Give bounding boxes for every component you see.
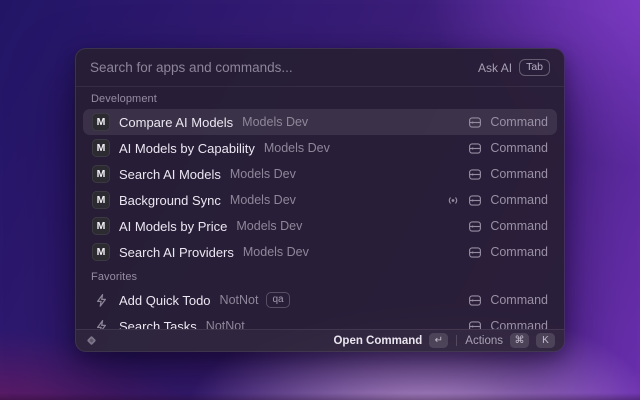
broadcast-icon [446, 194, 460, 207]
list-item[interactable]: M Background Sync Models Dev Command [83, 187, 557, 213]
row-accessories: Command [468, 115, 548, 129]
footer-divider [456, 335, 458, 346]
row-accessories: Command [468, 293, 548, 307]
list-item[interactable]: M AI Models by Price Models Dev Command [83, 213, 557, 239]
row-accessories: Command [446, 193, 548, 207]
models-dev-app-icon: M [92, 113, 110, 131]
results-list: Development M Compare AI Models Models D… [76, 87, 564, 329]
item-type-label: Command [490, 319, 548, 329]
command-type-icon [468, 220, 482, 233]
item-subtitle: NotNot [205, 319, 245, 329]
command-type-icon [468, 142, 482, 155]
list-item[interactable]: M AI Models by Capability Models Dev Com… [83, 135, 557, 161]
launcher-window: Ask AI Tab Development M Compare AI Mode… [75, 48, 565, 352]
list-item[interactable]: M Compare AI Models Models Dev Command [83, 109, 557, 135]
ask-ai-label: Ask AI [478, 60, 513, 75]
item-title: Background Sync [119, 192, 221, 208]
command-type-icon [468, 168, 482, 181]
item-type-label: Command [490, 193, 548, 207]
models-dev-app-icon: M [92, 243, 110, 261]
command-type-icon [468, 194, 482, 207]
zap-icon [96, 293, 106, 307]
item-type-label: Command [490, 219, 548, 233]
item-subtitle: Models Dev [229, 193, 296, 207]
item-type-label: Command [490, 245, 548, 259]
item-title: Search AI Providers [119, 244, 234, 260]
search-bar: Ask AI Tab [76, 49, 564, 87]
item-subtitle: Models Dev [242, 115, 309, 129]
command-type-icon [468, 246, 482, 259]
item-subtitle: Models Dev [236, 219, 303, 233]
notnot-app-icon [92, 291, 110, 309]
list-item[interactable]: M Search AI Models Models Dev Command [83, 161, 557, 187]
raycast-logo-icon [85, 334, 98, 347]
command-type-icon [468, 320, 482, 329]
models-dev-app-icon: M [92, 217, 110, 235]
item-type-label: Command [490, 115, 548, 129]
command-type-icon [468, 294, 482, 307]
item-alias-badge: qa [266, 292, 290, 308]
item-title: Search AI Models [119, 166, 221, 182]
list-item[interactable]: Add Quick Todo NotNot qa Command [83, 287, 557, 313]
actions-label: Actions [465, 334, 503, 347]
zap-icon [96, 319, 106, 329]
list-item[interactable]: Search Tasks NotNot Command [83, 313, 557, 329]
models-dev-app-icon: M [92, 165, 110, 183]
item-title: AI Models by Price [119, 218, 228, 234]
item-title: Add Quick Todo [119, 292, 211, 308]
item-title: Search Tasks [119, 318, 197, 330]
footer-bar: Open Command ↵ Actions ⌘ K [76, 329, 564, 351]
models-dev-app-icon: M [92, 139, 110, 157]
models-dev-app-icon: M [92, 191, 110, 209]
list-item[interactable]: M Search AI Providers Models Dev Command [83, 239, 557, 265]
search-input[interactable] [90, 60, 469, 75]
section-header: Development [91, 93, 157, 105]
open-command-button[interactable]: Open Command ↵ [333, 333, 449, 348]
section-header: Favorites [91, 271, 138, 283]
row-accessories: Command [468, 219, 548, 233]
row-accessories: Command [468, 167, 548, 181]
open-command-label: Open Command [333, 334, 423, 347]
item-type-label: Command [490, 141, 548, 155]
item-subtitle: Models Dev [242, 245, 309, 259]
item-type-label: Command [490, 293, 548, 307]
return-key-badge: ↵ [429, 333, 449, 348]
ask-ai-button[interactable]: Ask AI Tab [478, 58, 550, 77]
command-type-icon [468, 116, 482, 129]
actions-button[interactable]: Actions ⌘ K [465, 333, 555, 348]
k-key-badge: K [536, 333, 555, 348]
tab-key-badge: Tab [519, 58, 550, 77]
item-title: AI Models by Capability [119, 140, 255, 156]
notnot-app-icon [92, 317, 110, 329]
item-subtitle: NotNot [219, 293, 259, 307]
item-type-label: Command [490, 167, 548, 181]
row-accessories: Command [468, 245, 548, 259]
item-subtitle: Models Dev [229, 167, 296, 181]
row-accessories: Command [468, 141, 548, 155]
command-key-badge: ⌘ [510, 333, 529, 348]
item-title: Compare AI Models [119, 114, 234, 130]
item-subtitle: Models Dev [263, 141, 330, 155]
row-accessories: Command [468, 319, 548, 329]
